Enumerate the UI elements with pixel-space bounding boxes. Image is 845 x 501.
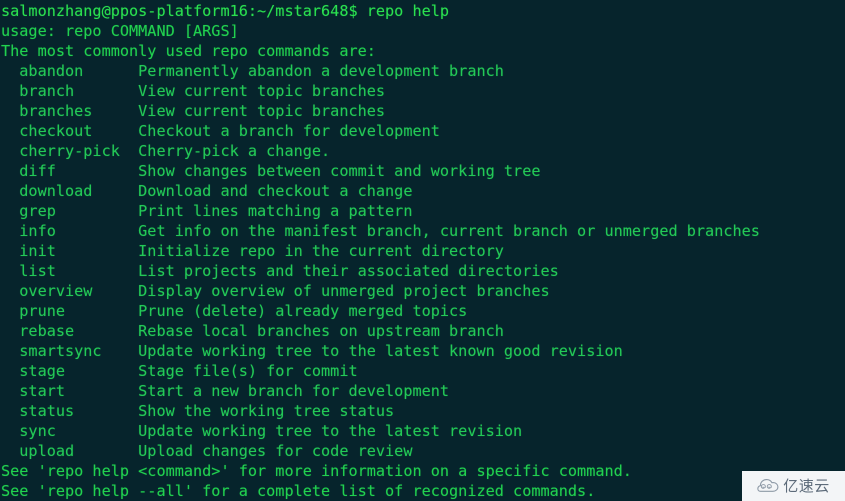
cloud-icon [757, 478, 779, 492]
command-row: start Start a new branch for development [1, 382, 450, 400]
command-row: stage Stage file(s) for commit [1, 362, 358, 380]
command-row: rebase Rebase local branches on upstream… [1, 322, 504, 340]
command-row: sync Update working tree to the latest r… [1, 422, 523, 440]
command-row: status Show the working tree status [1, 402, 395, 420]
command-row: init Initialize repo in the current dire… [1, 242, 504, 260]
footer-line: See 'repo help <command>' for more infor… [1, 462, 632, 480]
usage-line: usage: repo COMMAND [ARGS] [1, 22, 239, 40]
command-row: cherry-pick Cherry-pick a change. [1, 142, 331, 160]
command-list: abandon Permanently abandon a developmen… [1, 61, 845, 461]
command-row: abandon Permanently abandon a developmen… [1, 62, 504, 80]
command-row: grep Print lines matching a pattern [1, 202, 413, 220]
command-row: list List projects and their associated … [1, 262, 559, 280]
command-row: checkout Checkout a branch for developme… [1, 122, 440, 140]
command-row: branches View current topic branches [1, 102, 386, 120]
command-row: diff Show changes between commit and wor… [1, 162, 541, 180]
command-row: download Download and checkout a change [1, 182, 413, 200]
command-row: overview Display overview of unmerged pr… [1, 282, 550, 300]
commands-heading-line: The most commonly used repo commands are… [1, 42, 376, 60]
footer-line: See 'repo help --all' for a complete lis… [1, 482, 596, 500]
command-row: smartsync Update working tree to the lat… [1, 342, 623, 360]
command-row: prune Prune (delete) already merged topi… [1, 302, 468, 320]
command-row: branch View current topic branches [1, 82, 386, 100]
command-row: upload Upload changes for code review [1, 442, 413, 460]
watermark: 亿速云 [742, 471, 845, 501]
shell-prompt-line: salmonzhang@ppos-platform16:~/mstar648$ … [1, 2, 450, 20]
watermark-label: 亿速云 [783, 477, 830, 495]
command-row: info Get info on the manifest branch, cu… [1, 222, 760, 240]
footer-hints: See 'repo help <command>' for more infor… [1, 461, 845, 501]
terminal-window[interactable]: salmonzhang@ppos-platform16:~/mstar648$ … [0, 0, 845, 501]
